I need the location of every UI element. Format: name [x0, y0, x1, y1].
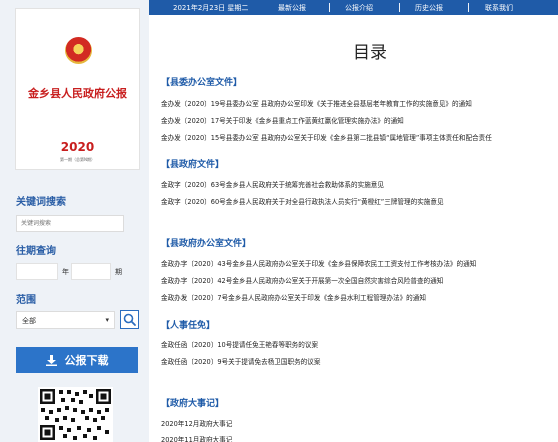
document-link[interactable]: 金政办字〔2020〕42号金乡县人民政府办公室关于开展第一次全国自然灾害综合风险… — [161, 275, 443, 285]
section-heading-county-committee: 【县委办公室文件】 — [161, 78, 243, 88]
range-heading: 范围 — [16, 295, 36, 306]
past-issue-heading: 往期查询 — [16, 246, 56, 257]
nav-past-gazettes[interactable]: 历史公报 — [415, 3, 443, 13]
issue-label: 期 — [115, 268, 122, 276]
keyword-search-input[interactable] — [16, 215, 124, 232]
issue-input[interactable] — [71, 263, 111, 280]
sidebar: 金乡县人民政府公报 2020 第一期（总第N期） 关键词搜索 往期查询 年 期 … — [0, 0, 149, 442]
page-title: 目录 — [353, 43, 387, 63]
download-button[interactable]: 公报下载 — [16, 347, 138, 373]
keyword-search-heading: 关键词搜索 — [16, 197, 66, 208]
search-icon — [123, 313, 136, 326]
download-icon — [45, 354, 57, 366]
cover-issue: 第一期（总第N期） — [60, 157, 95, 162]
year-label: 年 — [62, 268, 69, 276]
cover-year: 2020 — [60, 140, 95, 154]
nav-divider — [399, 3, 400, 12]
section-heading-major-events: 【政府大事记】 — [161, 399, 225, 409]
document-link[interactable]: 金政字〔2020〕63号金乡县人民政府关于统筹完善社会救助体系的实施意见 — [161, 179, 384, 189]
document-link[interactable]: 2020年11月政府大事记 — [161, 434, 232, 442]
document-link[interactable]: 金办发〔2020〕15号县委办公室 县政府办公室关于印发《金乡县第二批县镇“属地… — [161, 132, 492, 142]
chevron-down-icon: ▾ — [105, 316, 109, 324]
document-link[interactable]: 金政字〔2020〕60号金乡县人民政府关于对全县行政执法人员实行“黄橙红”三牌管… — [161, 196, 444, 206]
cover-title: 金乡县人民政府公报 — [28, 87, 127, 100]
year-input[interactable] — [16, 263, 58, 280]
section-heading-county-government: 【县政府文件】 — [161, 160, 225, 170]
document-link[interactable]: 2020年12月政府大事记 — [161, 418, 232, 428]
current-date: 2021年2月23日 星期二 — [173, 4, 249, 12]
nav-contact-us[interactable]: 联系我们 — [485, 3, 513, 13]
section-heading-personnel: 【人事任免】 — [161, 321, 216, 331]
search-button[interactable] — [120, 310, 139, 329]
document-link[interactable]: 金办发〔2020〕17号关于印发《金乡县重点工作蓝黄红赢化管理实施办法》的通知 — [161, 115, 404, 125]
document-link[interactable]: 金政办字〔2020〕43号金乡县人民政府办公室关于印发《金乡县保障农民工工资支付… — [161, 258, 476, 268]
download-label: 公报下载 — [64, 354, 109, 367]
section-heading-government-office: 【县政府办公室文件】 — [161, 239, 252, 249]
document-link[interactable]: 金办发〔2020〕19号县委办公室 县政府办公室印发《关于推进全县基层老年教育工… — [161, 98, 472, 108]
document-link[interactable]: 金政任函〔2020〕9号关于提请免去杨卫国职务的议案 — [161, 356, 320, 366]
national-emblem-icon — [65, 37, 92, 64]
qr-code-icon[interactable] — [38, 387, 113, 442]
nav-latest-gazette[interactable]: 最新公报 — [278, 3, 306, 13]
nav-divider — [468, 3, 469, 12]
document-link[interactable]: 金政任函〔2020〕10号提请任免王艳春等职务的议案 — [161, 339, 318, 349]
document-link[interactable]: 金政办发〔2020〕7号金乡县人民政府办公室关于印发《金乡县水利工程管理办法》的… — [161, 292, 426, 302]
nav-gazette-intro[interactable]: 公报介绍 — [345, 3, 373, 13]
top-nav-bar: 2021年2月23日 星期二 最新公报 公报介绍 历史公报 联系我们 — [149, 0, 558, 15]
gazette-cover[interactable]: 金乡县人民政府公报 2020 第一期（总第N期） — [15, 8, 140, 170]
range-select[interactable]: 全部 ▾ — [16, 311, 115, 329]
nav-divider — [329, 3, 330, 12]
range-select-value: 全部 — [22, 317, 36, 325]
